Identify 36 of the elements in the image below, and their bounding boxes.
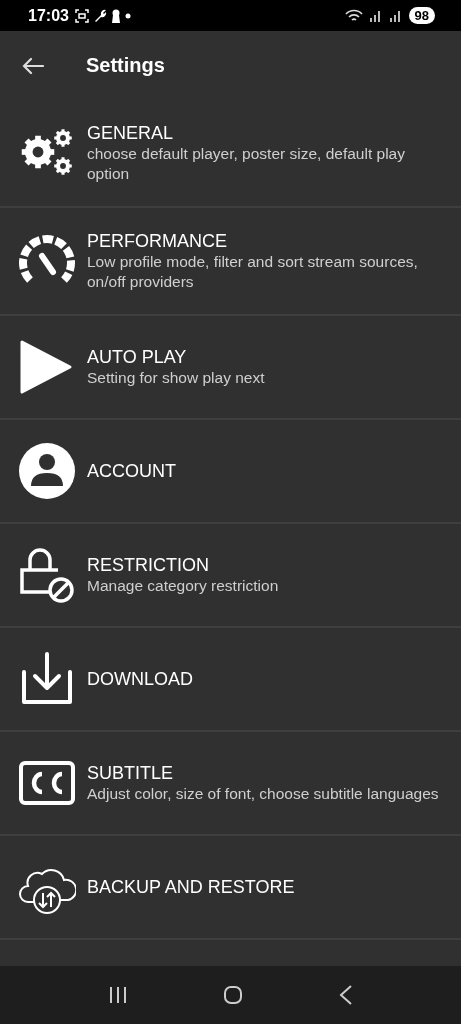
settings-item[interactable]: RESTRICTION Manage category restriction [0, 524, 461, 628]
item-description: choose default player, poster size, default play option [87, 144, 406, 184]
dot-icon [124, 12, 131, 19]
item-title: SUBTITLE [87, 762, 175, 784]
settings-item[interactable]: SUBTITLE Adjust color, size of font, choose subtitle languages [0, 732, 461, 836]
settings-item[interactable]: AUTO PLAY Setting for show play next [0, 316, 461, 420]
settings-item[interactable]: DOWNLOAD [0, 628, 461, 732]
signal-icon [388, 9, 403, 22]
settings-item[interactable]: ACCOUNT [0, 420, 461, 524]
screen-title: Settings [86, 54, 165, 77]
lock-blocked-icon [18, 546, 76, 604]
item-description: Setting for show play next [87, 368, 265, 388]
wifi-icon [344, 8, 363, 23]
item-title: DOWNLOAD [87, 668, 193, 690]
item-description: Adjust color, size of font, choose subtitle languages [87, 784, 439, 804]
status-time: 17:03 [28, 6, 69, 25]
settings-item[interactable]: PERFORMANCE Low profile mode, filter and sort stream sources, on/off providers [0, 208, 461, 316]
back-nav-button[interactable] [339, 985, 354, 1005]
item-description: Manage category restriction [87, 576, 279, 596]
screenshot-icon [74, 8, 89, 23]
item-description: Low profile mode, filter and sort stream sources, on/off providers [87, 252, 419, 292]
item-title: RESTRICTION [87, 554, 210, 576]
settings-item[interactable]: BACKUP AND RESTORE [0, 836, 461, 940]
battery-level: 98 [408, 7, 435, 24]
account-icon [18, 442, 76, 500]
item-title: AUTO PLAY [87, 346, 188, 368]
item-title: PERFORMANCE [87, 230, 228, 252]
signal-icon [368, 9, 383, 22]
item-title: GENERAL [87, 122, 175, 144]
recent-apps-button[interactable] [107, 986, 128, 1004]
settings-item[interactable]: GENERAL choose default player, poster size, default play option [0, 100, 461, 208]
back-button[interactable] [22, 56, 44, 75]
home-button[interactable] [223, 985, 244, 1005]
item-title: ACCOUNT [87, 460, 176, 482]
keyhole-icon [110, 8, 121, 23]
item-title: BACKUP AND RESTORE [87, 876, 295, 898]
